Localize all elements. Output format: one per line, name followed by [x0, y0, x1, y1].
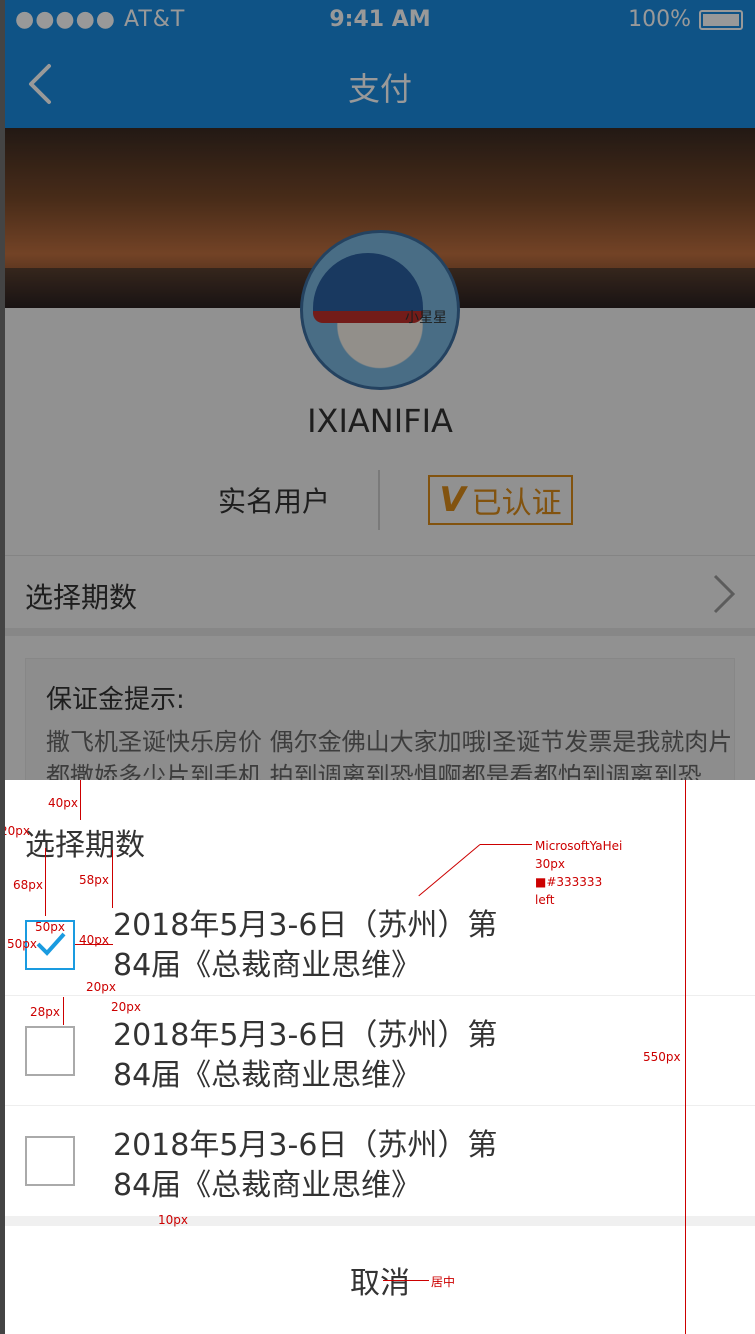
annotation: 20px [5, 824, 30, 838]
annotation: MicrosoftYaHei [535, 839, 623, 853]
annotation: 40px [48, 796, 78, 810]
annotation-line [80, 780, 81, 820]
annotation: 50px [7, 937, 37, 951]
annotation: 30px [535, 857, 565, 871]
annotation: 58px [79, 873, 109, 887]
checkbox[interactable] [25, 1026, 75, 1076]
annotation: 28px [30, 1005, 60, 1019]
sheet-heading: 选择期数 [25, 828, 145, 863]
annotation-line [112, 850, 113, 908]
period-option[interactable]: 2018年5月3-6日（苏州）第84届《总裁商业思维》 [5, 886, 755, 996]
period-option-text: 2018年5月3-6日（苏州）第84届《总裁商业思维》 [113, 1018, 498, 1093]
annotation: 40px [79, 933, 109, 947]
annotation-line [383, 1280, 429, 1281]
annotation-line [45, 848, 46, 916]
period-option-text: 2018年5月3-6日（苏州）第84届《总裁商业思维》 [113, 1128, 498, 1203]
annotation-line [685, 780, 686, 1334]
annotation: 居中 [431, 1275, 456, 1289]
period-option[interactable]: 2018年5月3-6日（苏州）第84届《总裁商业思维》 [5, 1106, 755, 1216]
period-option-text: 2018年5月3-6日（苏州）第84届《总裁商业思维》 [113, 908, 498, 983]
annotation: 20px [86, 980, 116, 994]
checkmark-icon [36, 932, 66, 956]
annotation: 550px [643, 1050, 681, 1064]
annotation-line [63, 997, 64, 1025]
payment-page: ●●●●● AT&T 9:41 AM 100% 支付 小星星 IXIANIFIA… [5, 0, 755, 1334]
checkbox[interactable] [25, 1136, 75, 1186]
annotation-line [480, 844, 532, 845]
annotation: left [535, 893, 555, 907]
cancel-separator [5, 1216, 755, 1226]
annotation: 50px [35, 920, 65, 934]
modal-overlay[interactable] [5, 0, 755, 780]
annotation: 20px [111, 1000, 141, 1014]
annotation: 68px [13, 878, 43, 892]
annotation: ■#333333 [535, 875, 603, 889]
cancel-button[interactable]: 取消 [5, 1226, 755, 1334]
annotation: 10px [158, 1213, 188, 1227]
